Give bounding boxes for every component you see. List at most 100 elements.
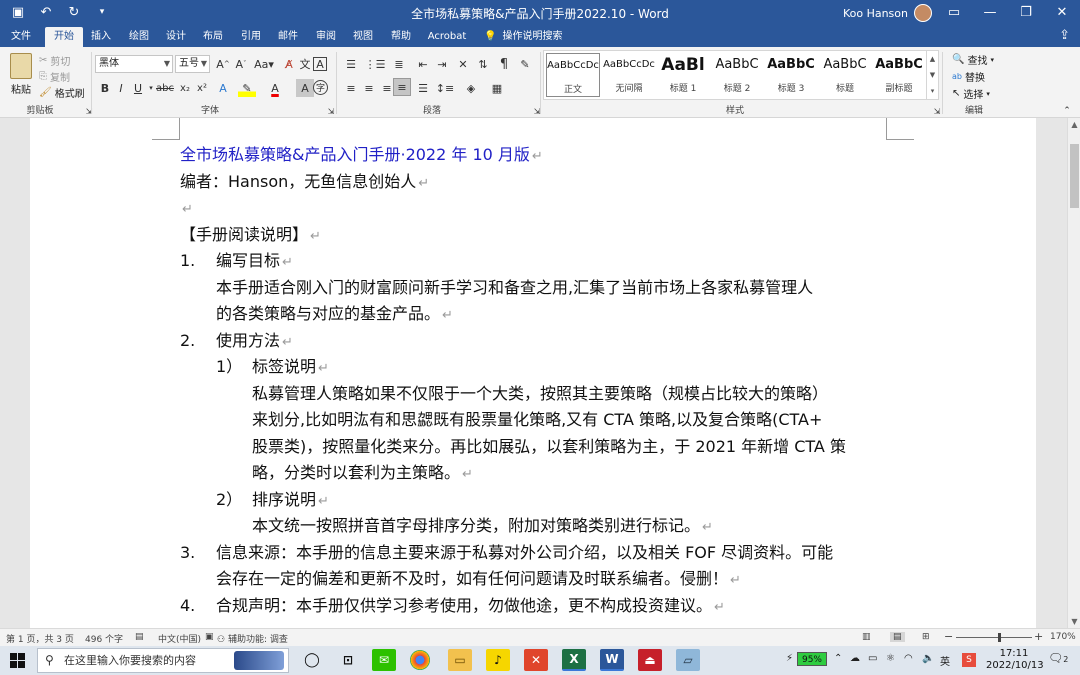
zoom-level[interactable]: 170% xyxy=(1050,632,1076,642)
character-border-icon[interactable]: A xyxy=(313,57,327,71)
increase-indent-icon[interactable]: ⇥ xyxy=(433,55,451,73)
style-heading-3[interactable]: AaBbC 标题 3 xyxy=(764,53,818,97)
tab-review[interactable]: 审阅 xyxy=(311,27,341,47)
app-blue-icon[interactable]: ▱ xyxy=(676,649,700,671)
tab-layout[interactable]: 布局 xyxy=(198,27,228,47)
cloud-icon[interactable]: ☁ xyxy=(850,653,860,664)
vertical-scrollbar[interactable]: ▲ ▼ xyxy=(1067,118,1080,628)
web-layout-icon[interactable]: ⊞ xyxy=(922,632,930,642)
justify-icon[interactable]: ≡ xyxy=(393,78,411,96)
subscript-icon[interactable]: x₂ xyxy=(176,79,194,97)
style-subtitle[interactable]: AaBbC 副标题 xyxy=(872,53,926,97)
shading-icon[interactable]: ◈ xyxy=(462,79,480,97)
scroll-down-icon[interactable]: ▼ xyxy=(1068,617,1080,626)
tab-design[interactable]: 设计 xyxy=(161,27,191,47)
zoom-in-button[interactable]: + xyxy=(1034,630,1043,643)
excel-icon[interactable]: X xyxy=(562,649,586,671)
strikethrough-icon[interactable]: abc xyxy=(156,79,174,97)
enclose-characters-icon[interactable]: 字 xyxy=(313,80,328,95)
align-center-icon[interactable]: ≡ xyxy=(360,79,378,97)
app-red-icon[interactable]: ✕ xyxy=(524,649,548,671)
macro-icon[interactable]: ▣ xyxy=(205,632,214,642)
word-icon[interactable]: W xyxy=(600,649,624,671)
windows-start-icon[interactable] xyxy=(10,653,25,668)
font-color-icon[interactable]: A xyxy=(266,79,284,97)
task-view-icon[interactable]: ◯ xyxy=(300,649,324,671)
tab-references[interactable]: 引用 xyxy=(236,27,266,47)
borders-icon[interactable]: ▦ xyxy=(488,79,506,97)
chrome-icon[interactable] xyxy=(410,650,430,670)
align-left-icon[interactable]: ≡ xyxy=(342,79,360,97)
highlight-icon[interactable]: ✎ xyxy=(238,79,256,97)
tab-view[interactable]: 视图 xyxy=(348,27,378,47)
tab-home[interactable]: 开始 xyxy=(45,27,83,47)
change-case-icon[interactable]: Aa▾ xyxy=(252,55,276,73)
replace-button[interactable]: ab 替换 xyxy=(952,69,985,84)
app-tray-icon[interactable]: ⚛ xyxy=(886,653,895,664)
distributed-icon[interactable]: ☰ xyxy=(414,79,432,97)
account[interactable]: Koo Hanson xyxy=(843,4,932,22)
find-button[interactable]: 🔍 查找 ▾ xyxy=(952,52,994,67)
zoom-slider-thumb[interactable] xyxy=(998,633,1001,642)
scroll-up-icon[interactable]: ▲ xyxy=(1068,120,1080,129)
system-clock[interactable]: 17:11 2022/10/13 xyxy=(986,648,1044,672)
app-yellow-icon[interactable]: ♪ xyxy=(486,649,510,671)
read-mode-icon[interactable]: ▥ xyxy=(862,632,871,642)
acrobat-icon[interactable]: ⏏ xyxy=(638,649,662,671)
cut-button[interactable]: ✂ 剪切 xyxy=(39,53,70,68)
undo-icon[interactable]: ↶ xyxy=(36,3,56,21)
font-name-combo[interactable]: 黑体 ▼ xyxy=(95,55,173,73)
style-title[interactable]: AaBbC 标题 xyxy=(818,53,872,97)
copy-button[interactable]: ⎘ 复制 xyxy=(39,69,70,84)
tab-acrobat[interactable]: Acrobat xyxy=(425,27,469,47)
plug-icon[interactable]: ⚡ xyxy=(786,653,793,664)
asian-layout-icon[interactable]: ✎ xyxy=(516,55,534,73)
tab-file[interactable]: 文件 xyxy=(4,27,38,47)
volume-icon[interactable]: 🔈 xyxy=(922,653,934,664)
scrollbar-thumb[interactable] xyxy=(1070,144,1079,208)
file-explorer-icon[interactable]: ▭ xyxy=(448,649,472,671)
language[interactable]: 中文(中国) xyxy=(158,632,201,645)
text-effects-icon[interactable]: A xyxy=(214,79,232,97)
style-normal[interactable]: AaBbCcDc 正文 xyxy=(546,53,600,97)
ime-indicator[interactable]: 英 xyxy=(940,653,950,668)
chinese-layout-icon[interactable]: ✕ xyxy=(454,55,472,73)
ribbon-display-options-icon[interactable]: ▭ xyxy=(936,0,972,25)
spelling-icon[interactable]: ▤ xyxy=(135,632,144,642)
widgets-icon[interactable]: ⊡ xyxy=(336,649,360,671)
styles-scroll[interactable]: ▲ ▼ ▾ xyxy=(926,51,938,99)
word-count[interactable]: 496 个字 xyxy=(85,632,123,645)
print-layout-icon[interactable]: ▤ xyxy=(890,632,905,642)
tab-insert[interactable]: 插入 xyxy=(86,27,116,47)
tab-draw[interactable]: 绘图 xyxy=(124,27,154,47)
shrink-font-icon[interactable]: Aˇ xyxy=(232,55,250,73)
multilevel-list-icon[interactable]: ≣ xyxy=(390,55,408,73)
page[interactable]: 全市场私募策略&产品入门手册·2022 年 10 月版 ↵ 编者：Hanson，无… xyxy=(30,118,1036,628)
style-heading-2[interactable]: AaBbC 标题 2 xyxy=(710,53,764,97)
line-spacing-icon[interactable]: ↕≡ xyxy=(436,79,454,97)
paste-button[interactable]: 粘贴 xyxy=(8,53,34,97)
character-shading-icon[interactable]: A xyxy=(296,79,314,97)
numbering-icon[interactable]: ⋮☰ xyxy=(365,55,386,73)
select-button[interactable]: ↖ 选择 ▾ xyxy=(952,86,990,101)
font-size-combo[interactable]: 五号 ▼ xyxy=(175,55,210,73)
phonetic-guide-icon[interactable]: 文 xyxy=(296,55,314,73)
grow-font-icon[interactable]: A ^ xyxy=(214,55,232,73)
share-icon[interactable]: ⇪ xyxy=(1059,28,1070,43)
notification-center-icon[interactable]: 🗨2 xyxy=(1048,651,1068,665)
minimize-button[interactable]: — xyxy=(972,0,1008,25)
superscript-icon[interactable]: x² xyxy=(193,79,211,97)
battery-indicator[interactable]: 95% xyxy=(797,652,827,666)
style-no-spacing[interactable]: AaBbCcDc 无间隔 xyxy=(602,53,656,97)
page-count[interactable]: 第 1 页，共 3 页 xyxy=(6,632,74,645)
taskbar-search-box[interactable]: ⚲ 在这里输入你要搜索的内容 xyxy=(37,648,289,673)
italic-icon[interactable]: I xyxy=(112,79,130,97)
bullets-icon[interactable]: ☰ xyxy=(342,55,360,73)
zoom-slider[interactable] xyxy=(956,637,1032,638)
tab-mailings[interactable]: 邮件 xyxy=(273,27,303,47)
accessibility[interactable]: ⚇ 辅助功能: 调查 xyxy=(217,632,288,645)
zoom-out-button[interactable]: − xyxy=(944,630,953,643)
network-icon[interactable]: ▭ xyxy=(868,653,877,664)
save-icon[interactable]: ▣ xyxy=(8,3,28,21)
redo-icon[interactable]: ↻ xyxy=(64,3,84,21)
